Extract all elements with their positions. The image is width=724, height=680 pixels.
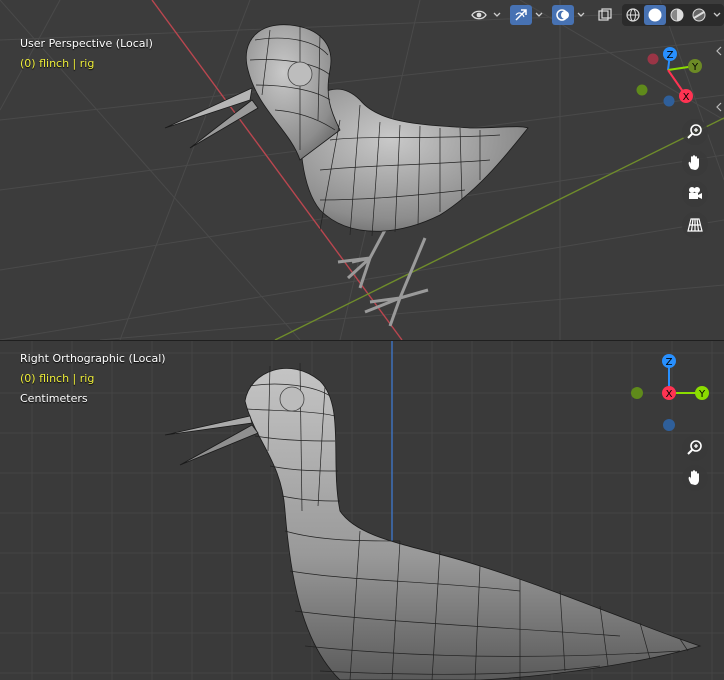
neg-y-axis-handle: [636, 84, 648, 96]
chevron-down-icon[interactable]: [532, 5, 546, 25]
chevron-down-icon[interactable]: [710, 5, 724, 25]
camera-icon[interactable]: [682, 181, 708, 207]
x-axis-label: X: [683, 92, 690, 103]
xray-icon[interactable]: [594, 5, 616, 25]
navigation-gizmo[interactable]: Z Y X: [628, 40, 708, 110]
neg-z-axis-handle: [663, 419, 675, 431]
rendered-shading-icon[interactable]: [688, 5, 710, 25]
bird-eye: [287, 61, 313, 87]
neg-x-axis-handle: [647, 53, 659, 65]
viewport-header: [462, 4, 724, 26]
material-shading-icon[interactable]: [666, 5, 688, 25]
neg-z-axis-handle: [663, 95, 675, 107]
viewport-user-perspective[interactable]: User Perspective (Local) (0) flinch | ri…: [0, 0, 724, 340]
sidebar-toggle-icon[interactable]: [714, 44, 724, 58]
visibility-group: [468, 4, 504, 26]
sidebar-toggle-icon[interactable]: [714, 100, 724, 114]
viewport-right-orthographic[interactable]: Right Orthographic (Local) (0) flinch | …: [0, 341, 724, 680]
y-axis-label: Y: [698, 389, 706, 400]
overlay-icon[interactable]: [552, 5, 574, 25]
navigation-gizmo[interactable]: Z X Y: [626, 351, 716, 431]
bird-model: [164, 24, 529, 327]
chevron-down-icon[interactable]: [490, 5, 504, 25]
perspective-grid-icon[interactable]: [682, 212, 708, 238]
chevron-down-icon[interactable]: [574, 5, 588, 25]
viewport-info-bottom: Right Orthographic (Local) (0) flinch | …: [20, 349, 166, 409]
z-axis-label: Z: [667, 50, 674, 61]
bird-eye: [279, 386, 305, 412]
object-label: (0) flinch | rig: [20, 372, 95, 385]
object-label: (0) flinch | rig: [20, 57, 95, 70]
pan-hand-icon[interactable]: [682, 150, 708, 176]
wireframe-shading-icon[interactable]: [622, 5, 644, 25]
zoom-icon[interactable]: [682, 435, 708, 461]
neg-y-axis-handle: [631, 387, 643, 399]
z-axis-label: Z: [666, 357, 673, 368]
shading-group: [622, 4, 724, 26]
x-axis-label: X: [666, 389, 673, 400]
view-label: Right Orthographic (Local): [20, 352, 166, 365]
viewport-info-top: User Perspective (Local) (0) flinch | ri…: [20, 34, 153, 74]
xray-group: [594, 4, 616, 26]
visibility-icon[interactable]: [468, 5, 490, 25]
gizmo-icon[interactable]: [510, 5, 532, 25]
gizmo-group: [510, 4, 546, 26]
overlay-group: [552, 4, 588, 26]
solid-shading-icon[interactable]: [644, 5, 666, 25]
units-label: Centimeters: [20, 392, 88, 405]
zoom-icon[interactable]: [682, 119, 708, 145]
pan-hand-icon[interactable]: [682, 465, 708, 491]
view-label: User Perspective (Local): [20, 37, 153, 50]
y-axis-label: Y: [691, 62, 699, 73]
